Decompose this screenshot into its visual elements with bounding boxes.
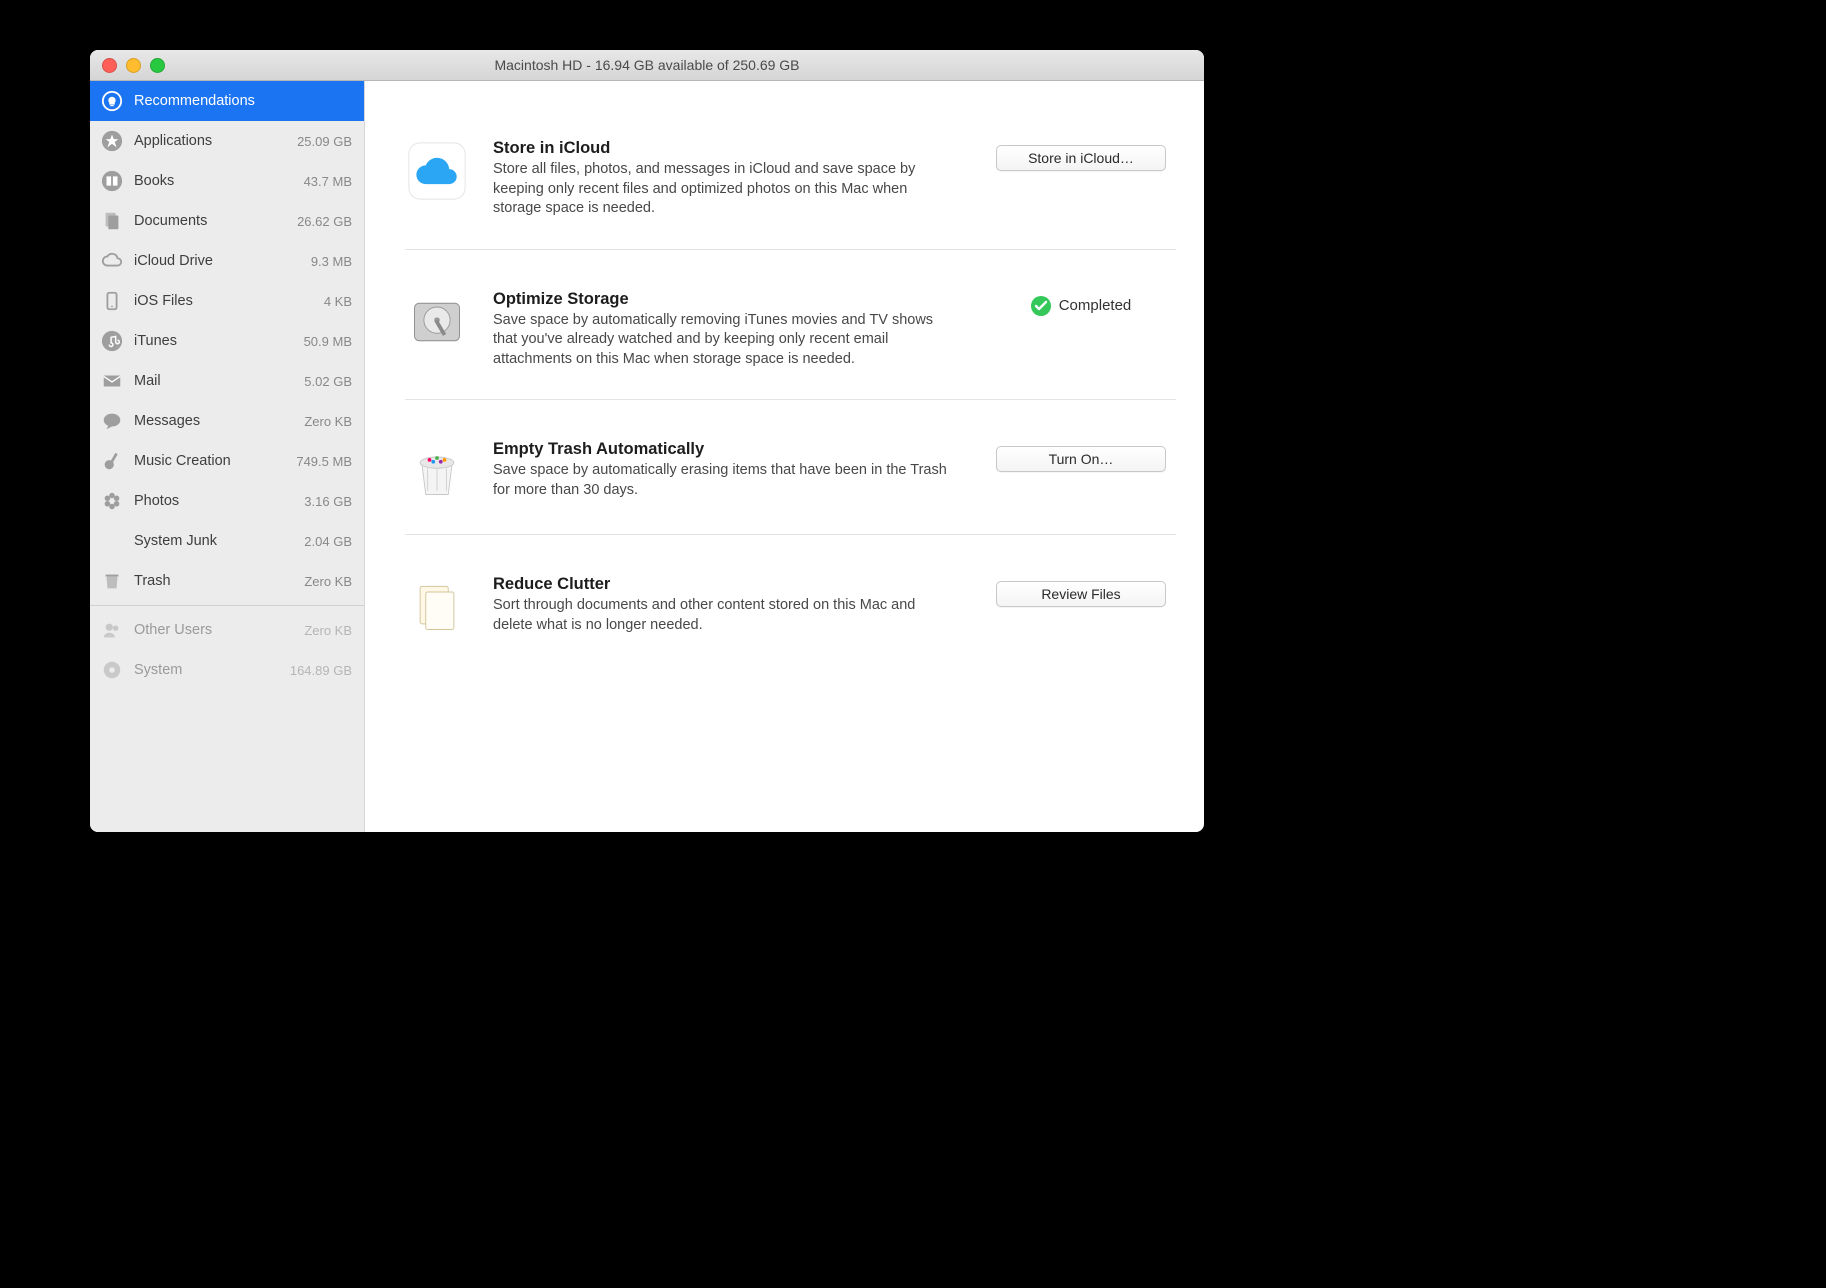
sidebar-item-label: Trash <box>134 573 294 589</box>
sidebar-item-itunes[interactable]: iTunes 50.9 MB <box>90 321 364 361</box>
window-title: Macintosh HD - 16.94 GB available of 250… <box>90 57 1204 73</box>
photos-icon <box>100 489 124 513</box>
sidebar-item-label: iCloud Drive <box>134 253 301 269</box>
sidebar-item-messages[interactable]: Messages Zero KB <box>90 401 364 441</box>
sidebar-item-size: 3.16 GB <box>304 494 352 509</box>
sidebar-item-label: Applications <box>134 133 287 149</box>
rec-desc: Store all files, photos, and messages in… <box>493 160 953 219</box>
guitar-icon <box>100 449 124 473</box>
cloud-icon <box>100 249 124 273</box>
sidebar-item-label: Messages <box>134 413 294 429</box>
itunes-icon <box>100 329 124 353</box>
sidebar-item-size: Zero KB <box>304 414 352 429</box>
sidebar-item-mail[interactable]: Mail 5.02 GB <box>90 361 364 401</box>
review-files-button[interactable]: Review Files <box>996 581 1166 607</box>
sidebar-item-size: 50.9 MB <box>304 334 352 349</box>
sidebar-item-size: 25.09 GB <box>297 134 352 149</box>
sidebar-item-size: Zero KB <box>304 623 352 638</box>
titlebar: Macintosh HD - 16.94 GB available of 250… <box>90 50 1204 81</box>
sidebar-item-system-junk[interactable]: System Junk 2.04 GB <box>90 521 364 561</box>
sidebar-item-size: 749.5 MB <box>296 454 352 469</box>
sidebar-item-size: 26.62 GB <box>297 214 352 229</box>
recommendations-panel: Store in iCloud Store all files, photos,… <box>365 81 1204 832</box>
disk-icon <box>100 658 124 682</box>
status-label: Completed <box>1059 297 1132 314</box>
sidebar-item-size: 9.3 MB <box>311 254 352 269</box>
rec-desc: Save space by automatically removing iTu… <box>493 311 953 370</box>
sidebar-item-other-users[interactable]: Other Users Zero KB <box>90 610 364 650</box>
sidebar-item-books[interactable]: Books 43.7 MB <box>90 161 364 201</box>
sidebar: Recommendations Applications 25.09 GB Bo… <box>90 81 365 832</box>
sidebar-item-documents[interactable]: Documents 26.62 GB <box>90 201 364 241</box>
documents-stack-icon <box>405 575 469 639</box>
sidebar-item-label: Documents <box>134 213 287 229</box>
messages-icon <box>100 409 124 433</box>
documents-icon <box>100 209 124 233</box>
icloud-icon <box>405 139 469 203</box>
rec-empty-trash: Empty Trash Automatically Save space by … <box>405 399 1176 534</box>
sidebar-item-ios-files[interactable]: iOS Files 4 KB <box>90 281 364 321</box>
sidebar-item-icloud-drive[interactable]: iCloud Drive 9.3 MB <box>90 241 364 281</box>
lightbulb-icon <box>100 89 124 113</box>
rec-title: Empty Trash Automatically <box>493 440 962 459</box>
sidebar-item-size: 4 KB <box>324 294 352 309</box>
phone-icon <box>100 289 124 313</box>
trash-icon <box>100 569 124 593</box>
store-in-icloud-button[interactable]: Store in iCloud… <box>996 145 1166 171</box>
rec-reduce-clutter: Reduce Clutter Sort through documents an… <box>405 534 1176 669</box>
blank-icon <box>100 529 124 553</box>
sidebar-item-label: Other Users <box>134 622 294 638</box>
mail-icon <box>100 369 124 393</box>
sidebar-item-label: Mail <box>134 373 294 389</box>
sidebar-item-label: System Junk <box>134 533 294 549</box>
sidebar-item-size: 43.7 MB <box>304 174 352 189</box>
storage-management-window: Macintosh HD - 16.94 GB available of 250… <box>90 50 1204 832</box>
sidebar-item-music-creation[interactable]: Music Creation 749.5 MB <box>90 441 364 481</box>
hard-drive-icon <box>405 290 469 354</box>
users-icon <box>100 618 124 642</box>
completed-status: Completed <box>1031 296 1132 316</box>
books-icon <box>100 169 124 193</box>
sidebar-item-size: 164.89 GB <box>290 663 352 678</box>
sidebar-item-label: Photos <box>134 493 294 509</box>
sidebar-item-label: Recommendations <box>134 93 352 109</box>
rec-store-in-icloud: Store in iCloud Store all files, photos,… <box>405 121 1176 249</box>
sidebar-item-label: Books <box>134 173 294 189</box>
sidebar-item-recommendations[interactable]: Recommendations <box>90 81 364 121</box>
rec-title: Store in iCloud <box>493 139 962 158</box>
sidebar-item-size: 5.02 GB <box>304 374 352 389</box>
rec-desc: Sort through documents and other content… <box>493 596 953 635</box>
rec-desc: Save space by automatically erasing item… <box>493 461 953 500</box>
checkmark-icon <box>1031 296 1051 316</box>
trash-full-icon <box>405 440 469 504</box>
sidebar-item-photos[interactable]: Photos 3.16 GB <box>90 481 364 521</box>
sidebar-item-label: Music Creation <box>134 453 286 469</box>
turn-on-button[interactable]: Turn On… <box>996 446 1166 472</box>
sidebar-separator <box>90 605 364 606</box>
rec-title: Optimize Storage <box>493 290 962 309</box>
rec-title: Reduce Clutter <box>493 575 962 594</box>
sidebar-item-label: System <box>134 662 280 678</box>
sidebar-item-applications[interactable]: Applications 25.09 GB <box>90 121 364 161</box>
sidebar-item-trash[interactable]: Trash Zero KB <box>90 561 364 601</box>
sidebar-item-label: iTunes <box>134 333 294 349</box>
sidebar-item-size: 2.04 GB <box>304 534 352 549</box>
sidebar-item-label: iOS Files <box>134 293 314 309</box>
apps-icon <box>100 129 124 153</box>
sidebar-item-system[interactable]: System 164.89 GB <box>90 650 364 690</box>
sidebar-item-size: Zero KB <box>304 574 352 589</box>
rec-optimize-storage: Optimize Storage Save space by automatic… <box>405 249 1176 400</box>
